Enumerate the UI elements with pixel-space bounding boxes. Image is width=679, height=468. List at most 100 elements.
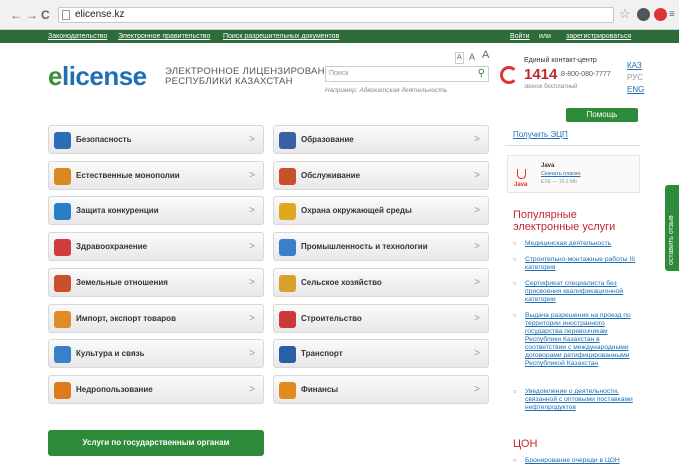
search-input[interactable]: Поиск ⚲ xyxy=(325,66,489,82)
font-size-medium[interactable]: A xyxy=(469,52,475,62)
java-icon xyxy=(517,169,526,179)
service-link[interactable]: Сертификат специалиста без присвоения кв… xyxy=(513,280,635,304)
chevron-right-icon: > xyxy=(474,276,480,288)
category-button[interactable]: Естественные монополии > xyxy=(48,160,264,190)
contact-note: звонок бесплатный xyxy=(524,84,578,90)
category-label: Обслуживание xyxy=(301,170,361,180)
category-icon xyxy=(279,310,296,328)
browser-toolbar: ← → C elicense.kz ☆ ≡ xyxy=(0,0,679,30)
service-link[interactable]: Выдача разрешения на проезд по территори… xyxy=(513,312,635,368)
category-label: Строительство xyxy=(301,313,362,323)
category-icon xyxy=(279,239,296,257)
category-icon xyxy=(279,167,296,185)
category-button[interactable]: Безопасность > xyxy=(48,125,264,154)
category-label: Финансы xyxy=(301,384,339,394)
back-icon[interactable]: ← xyxy=(10,8,22,22)
category-button[interactable]: Импорт, экспорт товаров > xyxy=(48,303,264,333)
category-icon xyxy=(279,346,296,364)
chevron-right-icon: > xyxy=(474,169,480,181)
gov-services-button[interactable]: Услуги по государственным органам xyxy=(48,430,264,456)
font-size-small[interactable]: A xyxy=(455,52,464,64)
chevron-right-icon: > xyxy=(249,205,255,217)
subtitle-line-2: РЕСПУБЛИКИ КАЗАХСТАН xyxy=(165,76,293,87)
service-link[interactable]: Строительно-монтажные работы III категор… xyxy=(513,256,635,272)
lang-rus[interactable]: РУС xyxy=(627,73,643,82)
category-icon xyxy=(54,203,71,221)
lang-kaz[interactable]: КАЗ xyxy=(627,61,642,70)
link-egov[interactable]: Электронное правительство xyxy=(118,31,210,42)
category-label: Охрана окружающей среды xyxy=(301,206,412,216)
contact-phone: 8-800-080-7777 xyxy=(561,71,611,78)
adblock-icon[interactable] xyxy=(654,8,667,21)
chevron-right-icon: > xyxy=(474,348,480,360)
category-icon xyxy=(279,203,296,221)
reload-icon[interactable]: C xyxy=(41,8,50,22)
category-button[interactable]: Промышленность и технологии > xyxy=(273,232,489,262)
category-label: Транспорт xyxy=(301,349,343,359)
category-button[interactable]: Транспорт > xyxy=(273,339,489,369)
chevron-right-icon: > xyxy=(249,276,255,288)
forward-icon[interactable]: → xyxy=(26,8,38,22)
chevron-right-icon: > xyxy=(249,312,255,324)
popular-services-title: Популярные электронные услуги xyxy=(513,209,616,233)
search-hint: Например: Адвокатская деятельность xyxy=(325,87,448,94)
chevron-right-icon: > xyxy=(249,383,255,395)
chevron-right-icon: > xyxy=(474,241,480,253)
tson-booking-link[interactable]: Бронирование очереди в ЦОН xyxy=(513,457,635,465)
category-icon xyxy=(54,167,71,185)
chevron-right-icon: > xyxy=(474,312,480,324)
contact-title: Единый контакт-центр xyxy=(524,57,597,64)
search-icon[interactable]: ⚲ xyxy=(478,68,485,80)
category-button[interactable]: Обслуживание > xyxy=(273,160,489,190)
lang-eng[interactable]: ENG xyxy=(627,85,644,94)
phone-icon xyxy=(500,66,518,84)
category-button[interactable]: Здравоохранение > xyxy=(48,232,264,262)
link-search-permits[interactable]: Поиск разрешительных документов xyxy=(223,31,339,42)
get-ecp-link[interactable]: Получить ЭЦП xyxy=(513,130,568,139)
chevron-right-icon: > xyxy=(249,241,255,253)
extension-icon[interactable] xyxy=(637,8,650,21)
java-download-link[interactable]: Скачать плагин xyxy=(541,171,581,177)
contact-short-number: 1414 xyxy=(524,66,558,83)
site-logo[interactable]: elicense xyxy=(48,62,147,90)
category-button[interactable]: Финансы > xyxy=(273,374,489,404)
service-link[interactable]: Медицинская деятельность xyxy=(513,240,635,248)
category-icon xyxy=(54,381,71,399)
link-legislation[interactable]: Законодательство xyxy=(48,31,107,42)
java-file-info: EXE — 15.2 Mb xyxy=(541,179,577,185)
font-size-large[interactable]: A xyxy=(482,50,489,61)
category-icon xyxy=(54,310,71,328)
category-label: Промышленность и технологии xyxy=(301,242,428,252)
address-bar[interactable]: elicense.kz xyxy=(58,7,614,23)
category-icon xyxy=(279,274,296,292)
chevron-right-icon: > xyxy=(474,134,480,145)
tson-title: ЦОН xyxy=(513,438,538,450)
java-title: Java xyxy=(541,163,555,169)
url-text: elicense.kz xyxy=(75,9,125,20)
login-link[interactable]: Войти xyxy=(510,31,530,42)
category-button[interactable]: Образование > xyxy=(273,125,489,154)
category-button[interactable]: Земельные отношения > xyxy=(48,267,264,297)
category-icon xyxy=(54,274,71,292)
category-button[interactable]: Культура и связь > xyxy=(48,339,264,369)
category-button[interactable]: Защита конкуренции > xyxy=(48,196,264,226)
register-link[interactable]: зарегистрироваться xyxy=(566,31,631,42)
feedback-tab[interactable]: оставить отзыв xyxy=(665,185,679,271)
java-download-box[interactable]: Java Java Скачать плагин EXE — 15.2 Mb xyxy=(507,155,640,193)
divider xyxy=(505,145,640,146)
chevron-right-icon: > xyxy=(249,348,255,360)
service-link[interactable]: Уведомление о деятельности, связанной с … xyxy=(513,388,635,412)
help-button[interactable]: Помощь xyxy=(566,108,638,122)
category-button[interactable]: Недропользование > xyxy=(48,374,264,404)
category-button[interactable]: Сельское хозяйство > xyxy=(273,267,489,297)
category-button[interactable]: Строительство > xyxy=(273,303,489,333)
top-nav-bar: Законодательство Электронное правительст… xyxy=(0,30,679,43)
menu-icon[interactable]: ≡ xyxy=(669,8,675,22)
category-icon xyxy=(279,132,296,149)
category-label: Земельные отношения xyxy=(76,277,168,287)
category-icon xyxy=(54,239,71,257)
category-label: Естественные монополии xyxy=(76,170,180,180)
category-button[interactable]: Охрана окружающей среды > xyxy=(273,196,489,226)
category-icon xyxy=(54,346,71,364)
bookmark-star-icon[interactable]: ☆ xyxy=(619,7,631,21)
